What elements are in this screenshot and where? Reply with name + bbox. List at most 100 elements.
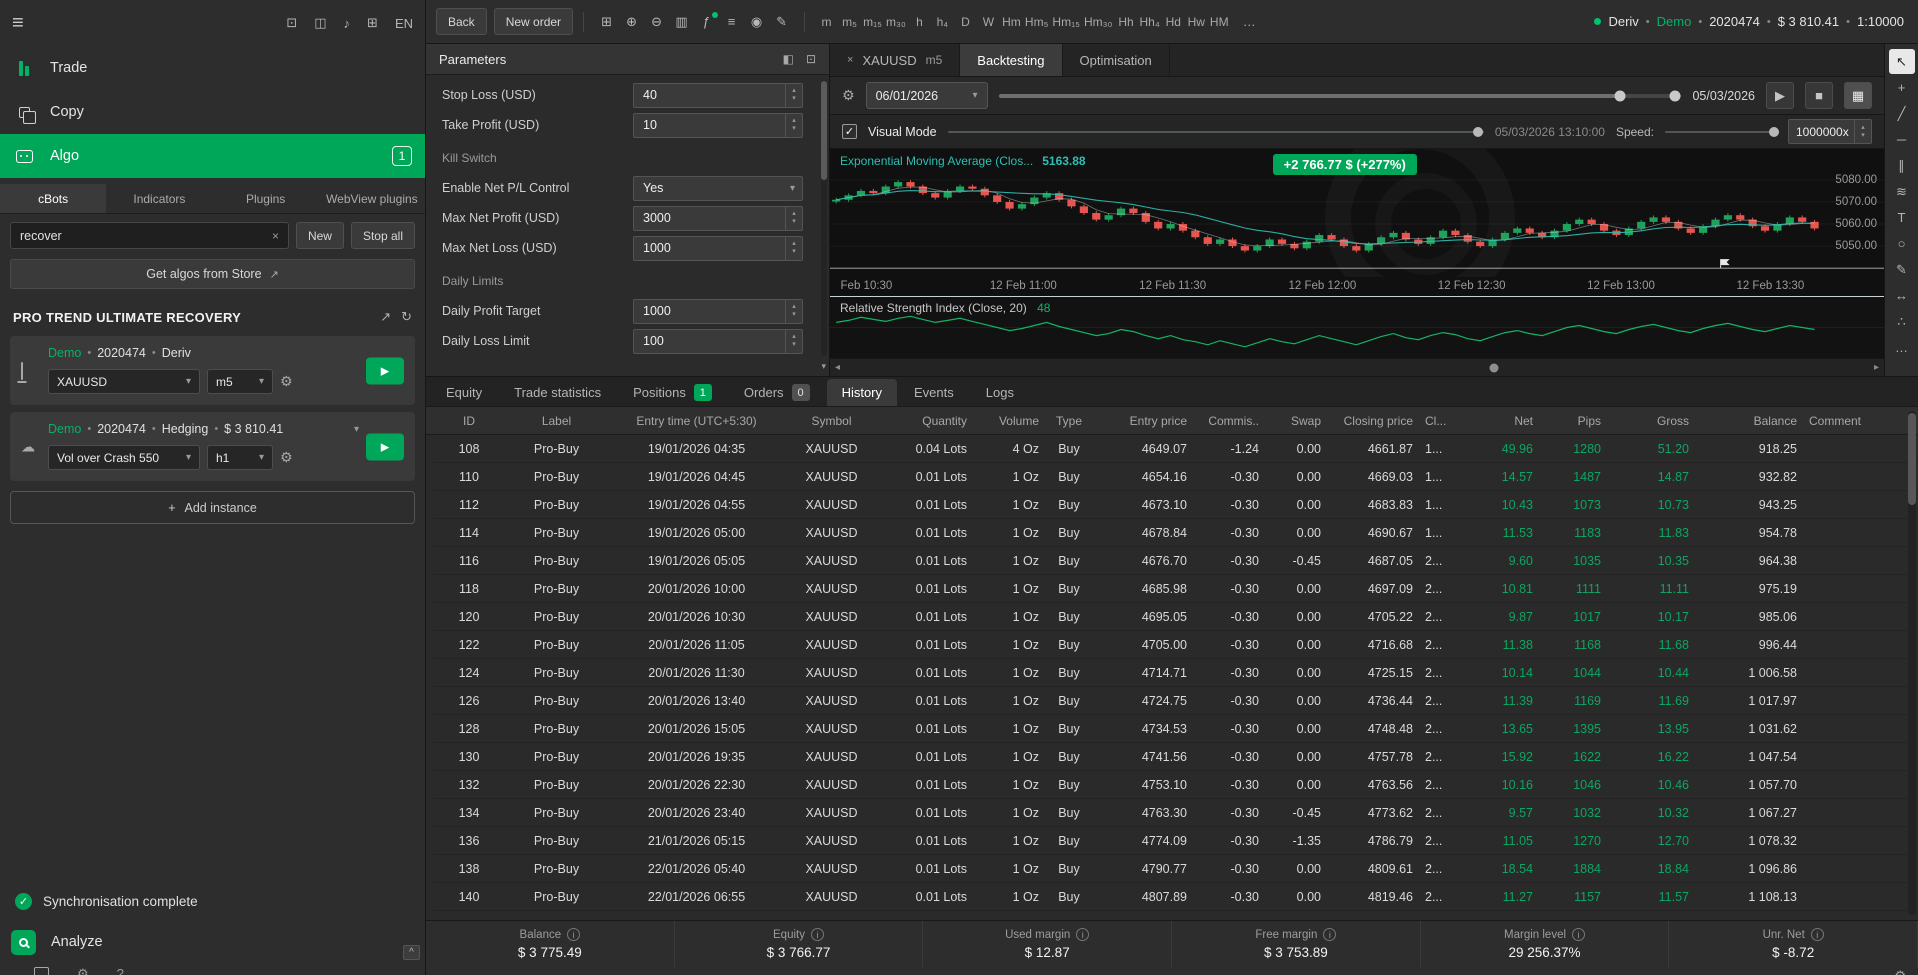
column-header-entry-time-utc-5-30[interactable]: Entry time (UTC+5:30) bbox=[609, 414, 784, 428]
column-header-commis[interactable]: Commis.. bbox=[1187, 414, 1259, 428]
stepper-up-icon[interactable]: ▴ bbox=[792, 87, 796, 95]
column-header-comment[interactable]: Comment bbox=[1797, 414, 1883, 428]
table-row[interactable]: 120Pro-Buy20/01/2026 10:30XAUUSD0.01 Lot… bbox=[434, 603, 1918, 631]
stepper-down-icon[interactable]: ▾ bbox=[1861, 132, 1865, 140]
table-row[interactable]: 124Pro-Buy20/01/2026 11:30XAUUSD0.01 Lot… bbox=[434, 659, 1918, 687]
new-cbot-button[interactable]: New bbox=[296, 222, 344, 249]
timeframe-btn-0[interactable]: m bbox=[815, 9, 838, 35]
bot-instance-card[interactable]: ☁ Demo • 2020474 • Hedging • $ 3 810.41 … bbox=[10, 412, 415, 481]
table-row[interactable]: 126Pro-Buy20/01/2026 13:40XAUUSD0.01 Lot… bbox=[434, 687, 1918, 715]
table-row[interactable]: 116Pro-Buy19/01/2026 05:05XAUUSD0.01 Lot… bbox=[434, 547, 1918, 575]
sidebar-tab-cbots[interactable]: cBots bbox=[0, 184, 106, 213]
timeframe-btn-14[interactable]: Hd bbox=[1162, 9, 1185, 35]
chart-horizontal-scrollbar[interactable]: ◂ ▸ bbox=[830, 359, 1884, 376]
table-row[interactable]: 134Pro-Buy20/01/2026 23:40XAUUSD0.01 Lot… bbox=[434, 799, 1918, 827]
column-header-volume[interactable]: Volume bbox=[967, 414, 1039, 428]
timeframe-btn-2[interactable]: m₁₅ bbox=[861, 9, 884, 35]
bottom-tab-positions[interactable]: Positions1 bbox=[618, 379, 727, 406]
parameters-scrollbar[interactable] bbox=[821, 80, 827, 356]
timeframe-btn-15[interactable]: Hw bbox=[1185, 9, 1208, 35]
column-header-pips[interactable]: Pips bbox=[1533, 414, 1601, 428]
info-icon[interactable]: i bbox=[1076, 928, 1089, 941]
column-header-entry-price[interactable]: Entry price bbox=[1099, 414, 1187, 428]
visibility-icon[interactable]: ◉ bbox=[744, 9, 769, 35]
range-handle[interactable] bbox=[1669, 90, 1680, 101]
stepper-buttons[interactable]: ▴▾ bbox=[785, 300, 802, 323]
param-input-max-net-loss-usd[interactable]: 1000▴▾ bbox=[633, 236, 803, 261]
brush-tool-icon[interactable]: ✎ bbox=[1889, 257, 1915, 282]
timeframe-select[interactable]: m5 ▾ bbox=[207, 369, 273, 394]
shapes-tool-icon[interactable]: ○ bbox=[1889, 231, 1915, 256]
fibonacci-tool-icon[interactable]: ≋ bbox=[1889, 179, 1915, 204]
symbol-select[interactable]: Vol over Crash 550 ▾ bbox=[48, 445, 200, 470]
calendar-button[interactable]: ▦ bbox=[1844, 82, 1872, 109]
table-row[interactable]: 128Pro-Buy20/01/2026 15:05XAUUSD0.01 Lot… bbox=[434, 715, 1918, 743]
timeframe-btn-11[interactable]: Hm₃₀ bbox=[1082, 9, 1115, 35]
column-header-net[interactable]: Net bbox=[1461, 414, 1533, 428]
windows-layout-icon[interactable]: ◫ bbox=[314, 15, 326, 31]
back-button[interactable]: Back bbox=[436, 8, 487, 35]
bottom-tab-logs[interactable]: Logs bbox=[971, 379, 1029, 406]
sidebar-item-copy[interactable]: Copy bbox=[0, 90, 425, 134]
scroll-left-icon[interactable]: ◂ bbox=[835, 362, 840, 373]
apps-icon[interactable]: ⊞ bbox=[367, 15, 378, 31]
column-header-type[interactable]: Type bbox=[1039, 414, 1099, 428]
get-algos-store-button[interactable]: Get algos from Store ↗ bbox=[10, 259, 415, 289]
search-input[interactable]: recover × bbox=[10, 222, 289, 249]
horizontal-line-tool-icon[interactable]: ─ bbox=[1889, 127, 1915, 152]
stepper-up-icon[interactable]: ▴ bbox=[792, 210, 796, 218]
table-row[interactable]: 132Pro-Buy20/01/2026 22:30XAUUSD0.01 Lot… bbox=[434, 771, 1918, 799]
sidebar-item-analyze[interactable]: Analyze bbox=[0, 919, 425, 965]
sidebar-item-algo[interactable]: Algo 1 bbox=[0, 134, 425, 178]
timeframe-btn-16[interactable]: HM bbox=[1208, 9, 1231, 35]
gear-icon[interactable]: ⚙ bbox=[77, 965, 89, 975]
column-header-closing-price[interactable]: Closing price bbox=[1321, 414, 1413, 428]
stepper-buttons[interactable]: ▴▾ bbox=[785, 84, 802, 107]
speed-slider[interactable] bbox=[1665, 122, 1777, 142]
column-header-quantity[interactable]: Quantity bbox=[879, 414, 967, 428]
language-en-badge[interactable]: EN bbox=[395, 16, 413, 31]
timeframe-btn-1[interactable]: m₅ bbox=[838, 9, 861, 35]
monitor-icon[interactable] bbox=[34, 965, 49, 975]
bot-instance-card[interactable]: Demo • 2020474 • Deriv XAUUSD ▾ m5 ▾ ⚙ ▶ bbox=[10, 336, 415, 405]
speed-handle[interactable] bbox=[1769, 127, 1779, 137]
stop-backtest-button[interactable]: ■ bbox=[1805, 82, 1833, 109]
chart-layout-icon[interactable]: ⊞ bbox=[594, 9, 619, 35]
timeframe-select[interactable]: h1 ▾ bbox=[207, 445, 273, 470]
stepper-buttons[interactable]: ▴▾ bbox=[785, 237, 802, 260]
text-tool-icon[interactable]: T bbox=[1889, 205, 1915, 230]
stop-all-button[interactable]: Stop all bbox=[351, 222, 415, 249]
scroll-down-icon[interactable]: ▾ bbox=[821, 361, 826, 372]
bottom-tab-orders[interactable]: Orders0 bbox=[729, 379, 825, 406]
stepper-buttons[interactable]: ▴▾ bbox=[785, 207, 802, 230]
scroll-right-icon[interactable]: ▸ bbox=[1874, 362, 1879, 373]
account-info[interactable]: Deriv • Demo • 2020474 • $ 3 810.41 • 1:… bbox=[1594, 14, 1908, 29]
channel-tool-icon[interactable]: ∥ bbox=[1889, 153, 1915, 178]
add-instance-button[interactable]: + Add instance bbox=[10, 491, 415, 524]
playback-progress-slider[interactable] bbox=[948, 122, 1484, 142]
sidebar-item-trade[interactable]: Trade bbox=[0, 46, 425, 90]
chart-tab-xauusd[interactable]: ×XAUUSDm5 bbox=[830, 44, 960, 76]
measure-tool-icon[interactable]: ↔ bbox=[1889, 283, 1915, 308]
timeframe-btn-9[interactable]: Hm₅ bbox=[1023, 9, 1051, 35]
column-header-id[interactable]: ID bbox=[434, 414, 504, 428]
stepper-up-icon[interactable]: ▴ bbox=[792, 303, 796, 311]
settings-gear-icon[interactable]: ⚙ bbox=[1894, 968, 1906, 975]
stepper-up-icon[interactable]: ▴ bbox=[1861, 124, 1865, 132]
progress-handle[interactable] bbox=[1473, 127, 1483, 137]
objects-icon[interactable]: ≡ bbox=[719, 9, 744, 35]
crosshair-tool-icon[interactable]: + bbox=[1889, 75, 1915, 100]
help-icon[interactable]: ? bbox=[117, 965, 124, 975]
stepper-buttons[interactable]: ▴▾ bbox=[785, 114, 802, 137]
start-instance-button[interactable]: ▶ bbox=[366, 433, 404, 460]
chart-tab-backtesting[interactable]: Backtesting bbox=[960, 44, 1062, 76]
sidebar-tab-plugins[interactable]: Plugins bbox=[213, 184, 319, 213]
stepper-buttons[interactable]: ▴▾ bbox=[785, 330, 802, 353]
bottom-tab-events[interactable]: Events bbox=[899, 379, 969, 406]
rsi-panel[interactable]: Relative Strength Index (Close, 20) 48 bbox=[830, 297, 1884, 359]
symbol-select[interactable]: XAUUSD ▾ bbox=[48, 369, 200, 394]
timeframe-btn-13[interactable]: Hh₄ bbox=[1138, 9, 1162, 35]
clear-search-icon[interactable]: × bbox=[272, 229, 279, 243]
column-header-balance[interactable]: Balance bbox=[1689, 414, 1797, 428]
stepper-down-icon[interactable]: ▾ bbox=[792, 311, 796, 319]
